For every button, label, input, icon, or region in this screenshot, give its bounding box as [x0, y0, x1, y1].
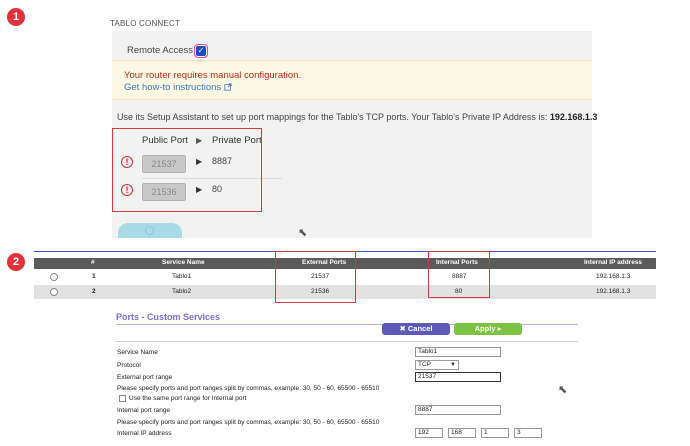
mouse-cursor-icon: ⬉: [298, 227, 308, 239]
hint-text: Please specify ports and port ranges spl…: [117, 385, 380, 392]
cancel-label: Cancel: [407, 324, 433, 333]
col-internal-ip: Internal IP address: [584, 259, 643, 266]
row-num: 1: [92, 273, 96, 280]
apply-label: Apply: [474, 324, 496, 333]
ip-octet-input[interactable]: 168: [448, 428, 476, 438]
ip-octet-input[interactable]: 192: [415, 428, 443, 438]
form-separator: [116, 341, 578, 342]
button-icon: [145, 226, 154, 235]
col-service-name: Service Name: [162, 259, 205, 266]
internal-range-label: Internal port range: [117, 407, 171, 414]
remote-access-label: Remote Access: [127, 45, 193, 56]
setup-instructions: Use its Setup Assistant to set up port m…: [117, 112, 597, 122]
external-range-input[interactable]: 21537: [415, 372, 501, 382]
ip-octet-input[interactable]: 3: [514, 428, 542, 438]
warning-text: Your router requires manual configuratio…: [124, 70, 302, 81]
remote-access-checkbox[interactable]: ✓: [194, 43, 208, 58]
highlight-box-external: [275, 251, 356, 303]
same-range-label: Use the same port range for Internal por…: [129, 395, 247, 402]
external-range-label: External port range: [117, 374, 173, 381]
form-title: Ports - Custom Services: [116, 312, 221, 322]
row-radio[interactable]: [50, 273, 58, 281]
apply-icon: ▸: [497, 324, 502, 333]
internal-range-input[interactable]: 8887: [415, 405, 501, 415]
hint-text: Please specify ports and port ranges spl…: [117, 419, 380, 426]
row-num: 2: [92, 288, 96, 295]
save-button[interactable]: [118, 223, 182, 238]
service-name-input[interactable]: Tablo1: [415, 347, 501, 357]
same-range-checkbox[interactable]: [119, 395, 126, 402]
custom-services-form: Ports - Custom Services ✖ Cancel Apply ▸…: [112, 309, 578, 446]
howto-link[interactable]: Get how-to instructions: [124, 82, 232, 93]
highlight-box-internal: [428, 251, 490, 298]
row-internal-ip: 192.168.1.3: [596, 288, 631, 295]
chevron-down-icon: ▼: [450, 362, 456, 368]
setup-instructions-text: Use its Setup Assistant to set up port m…: [117, 112, 548, 122]
cancel-icon: ✖: [399, 324, 406, 333]
protocol-select[interactable]: TCP ▼: [415, 360, 459, 370]
highlight-box-ports: [112, 128, 262, 212]
external-link-icon: [224, 83, 232, 91]
service-name-label: Service Name: [117, 349, 158, 356]
cancel-button[interactable]: ✖ Cancel: [382, 323, 450, 335]
step-2-badge: 2: [7, 253, 25, 271]
private-ip-value: 192.168.1.3: [549, 112, 598, 122]
row-service-name: Tablo2: [172, 288, 192, 295]
apply-button[interactable]: Apply ▸: [454, 323, 522, 335]
col-num: #: [91, 259, 95, 266]
row-internal-ip: 192.168.1.3: [596, 273, 631, 280]
tablo-connect-title: TABLO CONNECT: [110, 19, 181, 28]
ip-octet-input[interactable]: 1: [481, 428, 509, 438]
howto-link-label[interactable]: Get how-to instructions: [124, 82, 221, 93]
step-1-badge: 1: [7, 8, 25, 26]
protocol-label: Protocol: [117, 362, 141, 369]
protocol-value: TCP: [418, 361, 431, 368]
remote-access-row: Remote Access ✓: [127, 43, 208, 58]
row-radio[interactable]: [50, 288, 58, 296]
mouse-cursor-icon: ⬉: [558, 384, 568, 396]
row-service-name: Tablo1: [172, 273, 192, 280]
warning-box: Your router requires manual configuratio…: [112, 60, 592, 100]
internal-ip-label: Internal IP address: [117, 430, 172, 437]
